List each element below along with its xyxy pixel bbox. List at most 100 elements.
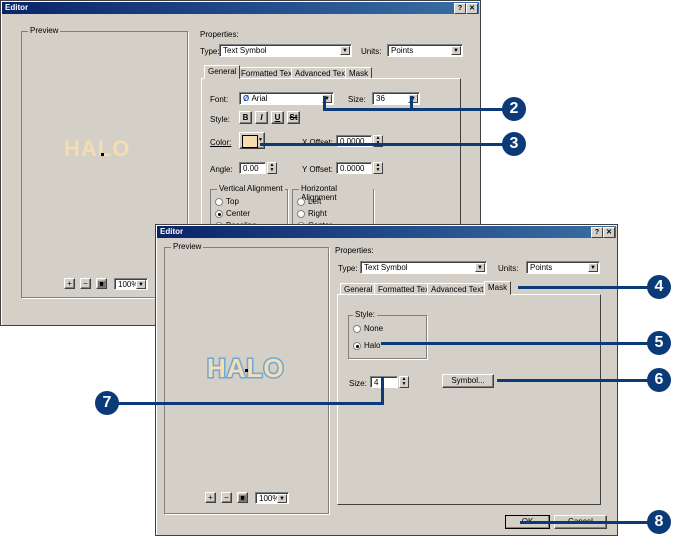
front-mask-size-input[interactable]: 4 [370, 376, 398, 388]
back-preview-label: Preview [28, 26, 61, 35]
callout-5: 5 [647, 331, 671, 355]
back-type-value: Text Symbol [223, 46, 267, 55]
back-zoom-select[interactable]: 100% ▼ [114, 278, 148, 290]
back-color-swatch [242, 135, 258, 148]
back-style-label: Style: [210, 115, 231, 124]
front-zoom-in-button[interactable]: + [205, 492, 216, 503]
back-yoffset-label: Y Offset: [302, 165, 333, 174]
front-mask-style-group: Style: None Halo [348, 310, 427, 359]
front-preview-center-dot [245, 369, 248, 372]
back-units-select[interactable]: Points ▼ [387, 44, 463, 57]
back-fit-button[interactable]: ▣ [96, 278, 107, 289]
front-type-label: Type: [338, 264, 358, 273]
callout-7-line-v [381, 377, 384, 405]
front-tab-mask[interactable]: Mask [484, 281, 512, 295]
back-color-picker[interactable]: ▼ [239, 132, 265, 149]
callout-2: 2 [502, 97, 526, 121]
callout-6: 6 [647, 368, 671, 392]
front-units-value: Points [530, 263, 553, 272]
front-mask-panel: Style: None Halo Size: 4 ▲ ▼ Symbol... [337, 294, 601, 505]
back-angle-label: Angle: [210, 165, 233, 174]
front-symbol-button[interactable]: Symbol... [442, 374, 494, 388]
back-valign-center-label: Center [226, 209, 251, 218]
callout-2-tick-a [323, 96, 326, 111]
back-halign-right-radio[interactable] [297, 210, 305, 218]
back-yoffset-spinner[interactable]: ▲ ▼ [373, 162, 383, 174]
back-preview-center-dot [101, 153, 104, 156]
back-size-label: Size: [348, 95, 366, 104]
back-units-dropdown-icon[interactable]: ▼ [451, 46, 461, 55]
back-angle-value: 0.00 [243, 164, 259, 173]
back-angle-spinner[interactable]: ▲ ▼ [267, 162, 277, 174]
back-zoom-in-button[interactable]: + [64, 278, 75, 289]
callout-7-line-h [118, 402, 384, 405]
front-mask-halo-label: Halo [364, 341, 381, 350]
back-halign-left-label: Left [308, 197, 322, 206]
callout-8: 8 [647, 510, 671, 534]
front-mask-style-label: Style: [353, 310, 378, 319]
back-bold-button[interactable]: B [239, 111, 252, 124]
front-title-bar[interactable]: Editor ? ✕ [157, 226, 616, 238]
front-zoom-dropdown-icon[interactable]: ▼ [277, 494, 287, 503]
callout-4-line [518, 286, 650, 289]
front-close-button[interactable]: ✕ [603, 227, 615, 238]
back-font-select[interactable]: Ø Arial ▼ [239, 92, 334, 105]
back-font-value: Arial [251, 94, 268, 103]
front-mask-size-value: 4 [374, 378, 379, 387]
front-zoom-out-button[interactable]: − [221, 492, 232, 503]
back-valign-center-radio[interactable] [215, 210, 223, 218]
back-italic-button[interactable]: I [255, 111, 268, 124]
back-valign-label: Vertical Alignment [217, 184, 285, 193]
back-color-label: Color: [210, 138, 232, 147]
back-yoffset-value: 0.0000 [340, 164, 365, 173]
back-preview-text: HALO [64, 136, 131, 161]
back-yoffset-input[interactable]: 0.0000 [336, 162, 372, 174]
back-type-dropdown-icon[interactable]: ▼ [340, 46, 350, 55]
front-mask-halo-radio[interactable] [353, 342, 361, 350]
front-mask-none-radio[interactable] [353, 325, 361, 333]
front-type-value: Text Symbol [364, 263, 408, 272]
back-window-title: Editor [5, 3, 29, 12]
back-type-label: Type: [200, 47, 220, 56]
back-type-select[interactable]: Text Symbol ▼ [219, 44, 352, 57]
front-units-select[interactable]: Points ▼ [526, 261, 600, 274]
callout-6-line [497, 379, 650, 382]
front-type-select[interactable]: Text Symbol ▼ [360, 261, 487, 274]
callout-8-line [520, 521, 650, 524]
callout-2-tick-b [410, 96, 413, 111]
front-help-button[interactable]: ? [591, 227, 603, 238]
back-properties-label: Properties: [200, 30, 239, 39]
front-mask-size-label: Size: [349, 379, 367, 388]
front-properties-label: Properties: [335, 246, 374, 255]
callout-5-line [381, 342, 649, 345]
callout-7: 7 [95, 391, 119, 415]
front-type-dropdown-icon[interactable]: ▼ [475, 263, 485, 272]
front-units-label: Units: [498, 264, 519, 273]
front-window-title: Editor [160, 227, 184, 236]
back-zoom-out-button[interactable]: − [80, 278, 91, 289]
back-tab-general[interactable]: General [204, 65, 241, 79]
back-title-bar[interactable]: Editor ? ✕ [2, 2, 479, 14]
back-font-label: Font: [210, 95, 229, 104]
front-units-dropdown-icon[interactable]: ▼ [588, 263, 598, 272]
callout-3-line [260, 143, 506, 146]
front-mask-none-label: None [364, 324, 384, 333]
back-units-label: Units: [361, 47, 382, 56]
back-angle-input[interactable]: 0.00 [239, 162, 266, 174]
front-preview-group: Preview HALO + − ▣ 100% ▼ [164, 242, 329, 514]
front-zoom-select[interactable]: 100% ▼ [255, 492, 289, 504]
back-underline-button[interactable]: U [271, 111, 284, 124]
back-help-button[interactable]: ? [454, 3, 466, 14]
front-mask-size-spinner[interactable]: ▲ ▼ [399, 376, 409, 388]
callout-2-line [323, 108, 505, 111]
back-valign-top-radio[interactable] [215, 198, 223, 206]
back-halign-left-radio[interactable] [297, 198, 305, 206]
back-close-button[interactable]: ✕ [466, 3, 478, 14]
front-fit-button[interactable]: ▣ [237, 492, 248, 503]
callout-3: 3 [502, 132, 526, 156]
front-preview-label: Preview [171, 242, 204, 251]
back-size-value: 36 [376, 94, 385, 103]
back-strikethrough-button[interactable]: St [287, 111, 300, 124]
back-valign-top-label: Top [226, 197, 239, 206]
back-zoom-dropdown-icon[interactable]: ▼ [136, 280, 146, 289]
